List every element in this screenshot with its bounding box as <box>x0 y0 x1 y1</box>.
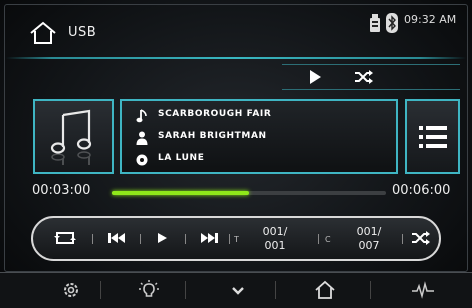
track-counter: 001/ 001 <box>255 225 295 253</box>
folder-counter-total: 007 <box>358 239 380 252</box>
separator <box>100 281 101 299</box>
separator <box>229 234 230 244</box>
playlist-button[interactable] <box>405 99 460 174</box>
separator <box>370 281 371 299</box>
track-counter-total: 001 <box>264 239 286 252</box>
folder-counter-mark: C <box>325 235 331 244</box>
track-album-row: LA LUNE <box>136 151 386 169</box>
bluetooth-icon <box>386 13 398 33</box>
shuffle-icon[interactable] <box>354 69 374 85</box>
track-album: LA LUNE <box>158 153 205 163</box>
current-time: 00:03:00 <box>32 183 91 198</box>
shuffle-icon <box>412 231 430 245</box>
separator <box>140 234 141 244</box>
home-icon <box>315 280 335 299</box>
track-artist: SARAH BRIGHTMAN <box>158 131 267 141</box>
play-icon[interactable] <box>308 69 322 85</box>
mini-controls <box>282 64 460 90</box>
usb-drive-icon <box>370 14 380 32</box>
separator <box>185 234 186 244</box>
brightness-icon <box>139 280 159 297</box>
shuffle-button[interactable] <box>408 218 434 259</box>
previous-button[interactable] <box>103 218 131 259</box>
folder-counter-current: 001/ <box>356 225 382 238</box>
track-artist-row: SARAH BRIGHTMAN <box>136 129 386 147</box>
separator <box>402 234 403 244</box>
separator <box>318 234 319 244</box>
progress-bar[interactable] <box>112 191 386 195</box>
clock: 09:32 AM <box>404 13 457 26</box>
music-note-icon <box>136 109 147 123</box>
next-button[interactable] <box>195 218 223 259</box>
home-button[interactable] <box>28 20 58 46</box>
track-counter-current: 001/ <box>262 225 288 238</box>
separator <box>275 281 276 299</box>
folder-counter: 001/ 007 <box>349 225 389 253</box>
play-icon <box>158 233 167 243</box>
chevron-down-icon <box>232 287 244 295</box>
source-label: USB <box>68 25 97 40</box>
person-icon <box>136 131 148 145</box>
repeat-button[interactable] <box>51 218 83 259</box>
head-unit-screen: USB 09:32 AM SCARBOROUGH FAIR SARAH BRIG… <box>0 0 472 308</box>
collapse-button[interactable] <box>227 280 249 300</box>
settings-icon <box>64 283 78 297</box>
home-nav-button[interactable] <box>314 280 336 300</box>
separator <box>92 234 93 244</box>
equalizer-icon <box>412 281 434 299</box>
settings-button[interactable] <box>60 280 82 300</box>
separator <box>185 281 186 299</box>
progress-fill <box>112 191 249 195</box>
previous-icon <box>108 233 125 243</box>
track-counter-mark: T <box>234 235 239 244</box>
album-art <box>33 99 114 174</box>
top-bar: USB 09:32 AM <box>0 0 472 60</box>
track-title: SCARBOROUGH FAIR <box>158 109 272 119</box>
play-button[interactable] <box>151 218 175 259</box>
disc-icon <box>136 154 148 166</box>
track-title-row: SCARBOROUGH FAIR <box>136 107 386 125</box>
music-note-icon <box>50 109 92 165</box>
next-icon <box>201 233 218 243</box>
transport-controls: T 001/ 001 C 001/ 007 <box>31 216 441 261</box>
repeat-icon <box>54 232 76 244</box>
home-icon <box>30 21 56 44</box>
header-divider <box>6 57 466 59</box>
total-time: 00:06:00 <box>392 183 451 198</box>
track-info-panel: SCARBOROUGH FAIR SARAH BRIGHTMAN LA LUNE <box>120 99 398 174</box>
brightness-button[interactable] <box>138 280 160 300</box>
equalizer-button[interactable] <box>412 280 434 300</box>
list-icon <box>419 126 447 148</box>
bottom-bar <box>0 272 472 308</box>
